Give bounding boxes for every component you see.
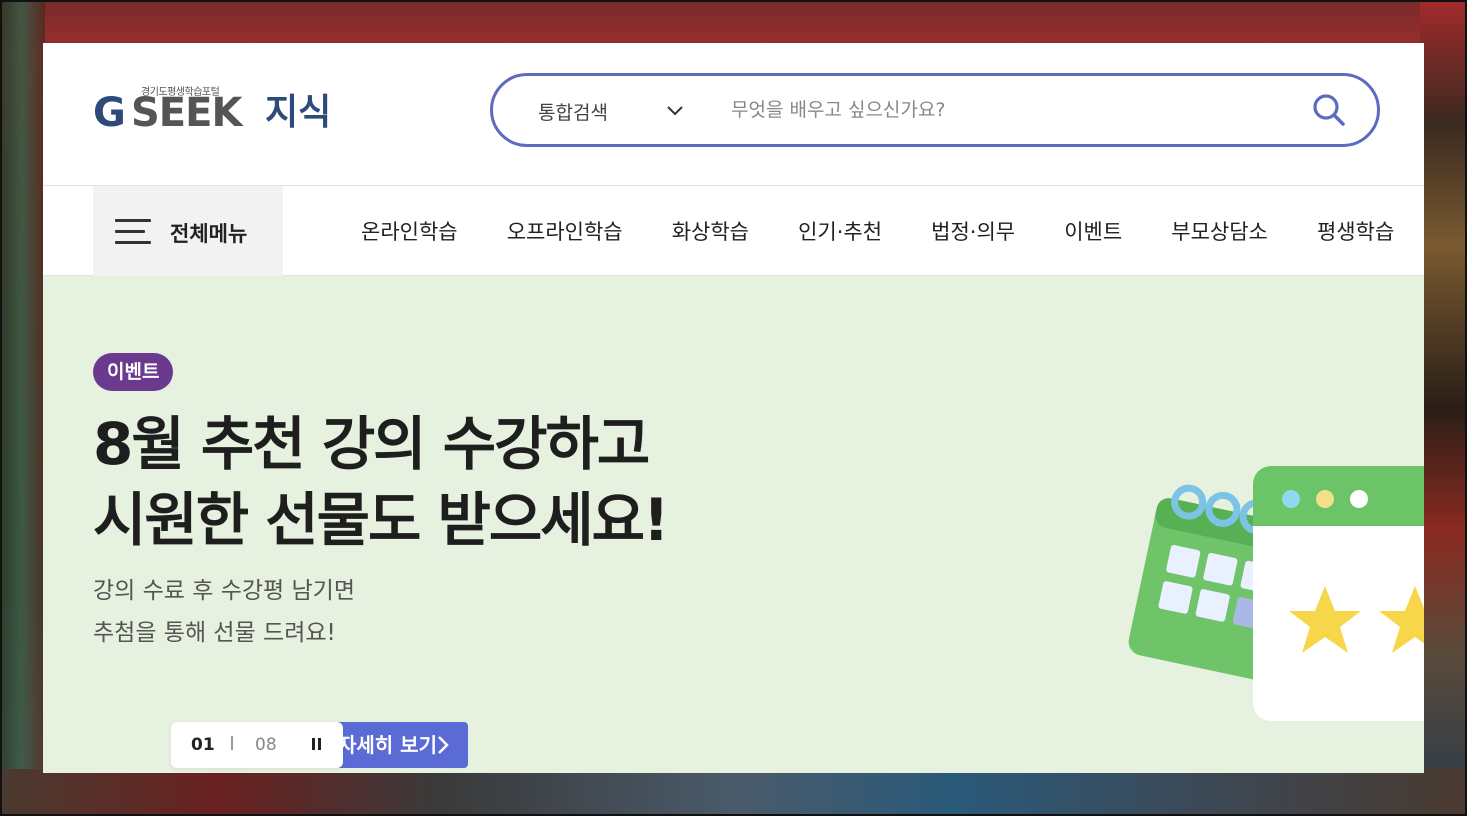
- nav-item-lifelong[interactable]: 평생학습: [1317, 216, 1394, 246]
- hero-title-line2: 시원한 선물도 받으세요!: [93, 486, 669, 554]
- calendar-stars-illustration: [1128, 466, 1424, 721]
- nav-item-parent-counsel[interactable]: 부모상담소: [1171, 216, 1268, 246]
- pager-total: 08: [255, 735, 277, 755]
- page-panel: 경기도평생학습포털 G SEEK 지식 통합검색 전체메뉴: [43, 43, 1424, 773]
- hero-subtitle: 강의 수료 후 수강평 남기면 추첨을 통해 선물 드려요!: [93, 570, 355, 654]
- site-logo[interactable]: 경기도평생학습포털 G SEEK 지식: [93, 83, 343, 143]
- nav-item-online[interactable]: 온라인학습: [361, 216, 458, 246]
- slide-pager: 01 08: [171, 722, 343, 768]
- pager-current: 01: [191, 735, 215, 755]
- detail-button-label: 자세히 보기: [338, 733, 437, 757]
- chevron-down-icon[interactable]: [663, 98, 687, 122]
- nav-item-popular[interactable]: 인기·추천: [798, 216, 882, 246]
- pause-icon[interactable]: [311, 738, 325, 752]
- hero-sub-line1: 강의 수료 후 수강평 남기면: [93, 578, 356, 604]
- hero-title: 8월 추천 강의 수강하고 시원한 선물도 받으세요!: [93, 406, 669, 558]
- hero-sub-line2: 추첨을 통해 선물 드려요!: [93, 620, 336, 646]
- event-badge: 이벤트: [93, 353, 174, 391]
- hero-banner: 이벤트 8월 추천 강의 수강하고 시원한 선물도 받으세요! 강의 수료 후 …: [43, 276, 1424, 773]
- search-input[interactable]: [731, 90, 1291, 130]
- logo-jisik: 지식: [265, 92, 332, 133]
- all-menu-label: 전체메뉴: [170, 222, 248, 246]
- search-icon[interactable]: [1309, 90, 1349, 130]
- nav-item-legal[interactable]: 법정·의무: [931, 216, 1015, 246]
- nav-item-video[interactable]: 화상학습: [672, 216, 749, 246]
- all-menu-button[interactable]: 전체메뉴: [93, 186, 283, 276]
- site-header: 경기도평생학습포털 G SEEK 지식 통합검색: [43, 43, 1424, 185]
- background-bottom-strip: [2, 769, 1465, 814]
- background-right-strip: [1420, 2, 1465, 814]
- logo-g-mark: G: [93, 90, 126, 136]
- logo-seek: SEEK: [131, 90, 242, 136]
- nav-item-event[interactable]: 이벤트: [1064, 216, 1122, 246]
- main-nav: 전체메뉴 온라인학습 오프라인학습 화상학습 인기·추천 법정·의무 이벤트 부…: [43, 185, 1424, 276]
- chevron-right-icon: [438, 736, 449, 754]
- hero-title-line1: 8월 추천 강의 수강하고: [93, 410, 650, 478]
- search-category-select[interactable]: 통합검색: [538, 98, 608, 125]
- hamburger-icon: [115, 219, 151, 245]
- nav-item-offline[interactable]: 오프라인학습: [507, 216, 623, 246]
- nav-items: 온라인학습 오프라인학습 화상학습 인기·추천 법정·의무 이벤트 부모상담소 …: [361, 216, 1424, 246]
- pager-separator: [231, 736, 233, 750]
- search-bar: 통합검색: [490, 73, 1380, 147]
